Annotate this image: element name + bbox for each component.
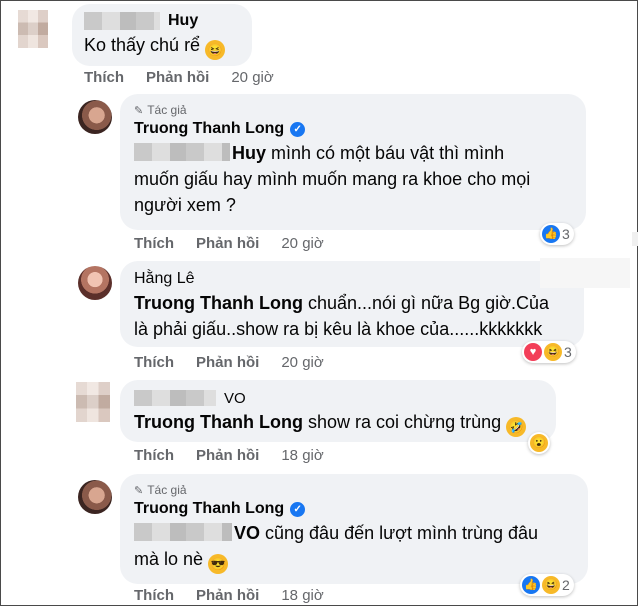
avatar[interactable] (76, 382, 110, 422)
pen-icon: ✎ (134, 484, 144, 497)
comment-body-line1: chuẩn...nói gì nữa Bg giờ.Của (302, 293, 549, 313)
like-reaction-icon: 👍 (542, 225, 560, 243)
like-button[interactable]: Thích (134, 587, 174, 604)
sunglasses-emoji-icon: 😎 (208, 554, 229, 574)
comment-text: Huy mình có một báu vật thì mình muốn gi… (134, 140, 572, 218)
edge-artifact (632, 232, 638, 246)
like-button[interactable]: Thích (134, 354, 174, 371)
comment-body: show ra coi chừng trùng (302, 412, 502, 432)
reaction-summary[interactable]: ♥ 😆 3 (522, 341, 576, 363)
mention-link[interactable]: Huy (232, 143, 266, 163)
mention-link[interactable]: Truong Thanh Long (134, 412, 303, 432)
comment-body-line1: cũng đâu đến lượt mình trùng đâu (260, 523, 539, 543)
comment-body-line2: là phải giấu..show ra bị kêu là khoe của… (134, 319, 543, 339)
wow-reaction-icon: 😮 (530, 434, 548, 452)
mention-link[interactable]: VO (234, 523, 260, 543)
commenter-name-text[interactable]: Truong Thanh Long (134, 120, 284, 138)
reaction-summary[interactable]: 😮 (528, 432, 550, 454)
comment-actions: Thích Phản hồi 20 giờ (84, 69, 274, 86)
commenter-name[interactable]: Huy (84, 10, 240, 32)
mention-link[interactable]: Truong Thanh Long (134, 293, 303, 313)
reply-button[interactable]: Phản hồi (196, 235, 259, 252)
rolling-laugh-emoji-icon: 🤣 (506, 417, 527, 437)
avatar[interactable] (18, 10, 48, 48)
commenter-name[interactable]: Truong Thanh Long ✓ (134, 118, 572, 140)
reply-button[interactable]: Phản hồi (146, 69, 209, 86)
like-button[interactable]: Thích (134, 235, 174, 252)
reaction-count: 3 (564, 344, 572, 360)
commenter-name-text[interactable]: Hằng Lê (134, 270, 195, 288)
edge-artifact (540, 258, 630, 288)
verified-badge-icon: ✓ (290, 121, 306, 137)
comment-bubble: Hằng Lê Truong Thanh Long chuẩn...nói gì… (120, 261, 584, 347)
blurred-mention (134, 523, 232, 541)
love-reaction-icon: ♥ (524, 343, 542, 361)
comment-bubble: ✎ Tác giả Truong Thanh Long ✓ Huy mình c… (120, 94, 586, 230)
commenter-name-text[interactable]: Huy (168, 12, 198, 30)
comment-actions: Thích Phản hồi 18 giờ (134, 447, 324, 464)
reaction-summary[interactable]: 👍 3 (540, 223, 574, 245)
commenter-name-text[interactable]: Truong Thanh Long (134, 500, 284, 518)
reply-button[interactable]: Phản hồi (196, 354, 259, 371)
comment-actions: Thích Phản hồi 20 giờ (134, 354, 324, 371)
comment-text: Ko thấy chú rể 😆 (84, 32, 240, 60)
commenter-name[interactable]: Hằng Lê (134, 268, 570, 290)
reaction-summary[interactable]: 👍 😆 2 (520, 574, 574, 596)
avatar[interactable] (78, 480, 112, 514)
timestamp[interactable]: 20 giờ (281, 354, 323, 371)
reaction-count: 3 (562, 226, 570, 242)
comment-actions: Thích Phản hồi 18 giờ (134, 587, 324, 604)
like-button[interactable]: Thích (84, 69, 124, 86)
comment-bubble: VO Truong Thanh Long show ra coi chừng t… (120, 380, 556, 442)
comment-body-line3: người xem ? (134, 195, 236, 215)
pen-icon: ✎ (134, 104, 144, 117)
commenter-name[interactable]: Truong Thanh Long ✓ (134, 498, 574, 520)
comment-bubble: Huy Ko thấy chú rể 😆 (72, 4, 252, 66)
verified-badge-icon: ✓ (290, 501, 306, 517)
reply-button[interactable]: Phản hồi (196, 447, 259, 464)
haha-reaction-icon: 😆 (544, 343, 562, 361)
blurred-name (134, 390, 216, 406)
timestamp[interactable]: 18 giờ (281, 447, 323, 464)
haha-emoji-icon: 😆 (205, 40, 226, 60)
comment-body-line2: mà lo nè (134, 549, 204, 569)
comment-text: VO cũng đâu đến lượt mình trùng đâu mà l… (134, 520, 574, 574)
comment-body: Ko thấy chú rể (84, 35, 201, 55)
author-tag: ✎ Tác giả (134, 482, 574, 498)
author-tag: ✎ Tác giả (134, 102, 572, 118)
avatar[interactable] (78, 100, 112, 134)
comment-body-line2: muốn giấu hay mình muốn mang ra khoe cho… (134, 169, 531, 189)
comment-actions: Thích Phản hồi 20 giờ (134, 235, 324, 252)
comment-text: Truong Thanh Long chuẩn...nói gì nữa Bg … (134, 290, 570, 342)
timestamp[interactable]: 18 giờ (281, 587, 323, 604)
author-tag-label: Tác giả (147, 103, 187, 117)
like-reaction-icon: 👍 (522, 576, 540, 594)
timestamp[interactable]: 20 giờ (281, 235, 323, 252)
commenter-name-text[interactable]: VO (224, 390, 246, 407)
comment-bubble: ✎ Tác giả Truong Thanh Long ✓ VO cũng đâ… (120, 474, 588, 584)
comment-text: Truong Thanh Long show ra coi chừng trùn… (134, 409, 542, 437)
reaction-count: 2 (562, 577, 570, 593)
commenter-name[interactable]: VO (134, 387, 542, 409)
author-tag-label: Tác giả (147, 483, 187, 497)
haha-reaction-icon: 😆 (542, 576, 560, 594)
timestamp[interactable]: 20 giờ (231, 69, 273, 86)
like-button[interactable]: Thích (134, 447, 174, 464)
comment-body-line1: mình có một báu vật thì mình (266, 143, 505, 163)
blurred-name (84, 12, 160, 30)
reply-button[interactable]: Phản hồi (196, 587, 259, 604)
blurred-mention (134, 143, 230, 161)
avatar[interactable] (78, 266, 112, 300)
